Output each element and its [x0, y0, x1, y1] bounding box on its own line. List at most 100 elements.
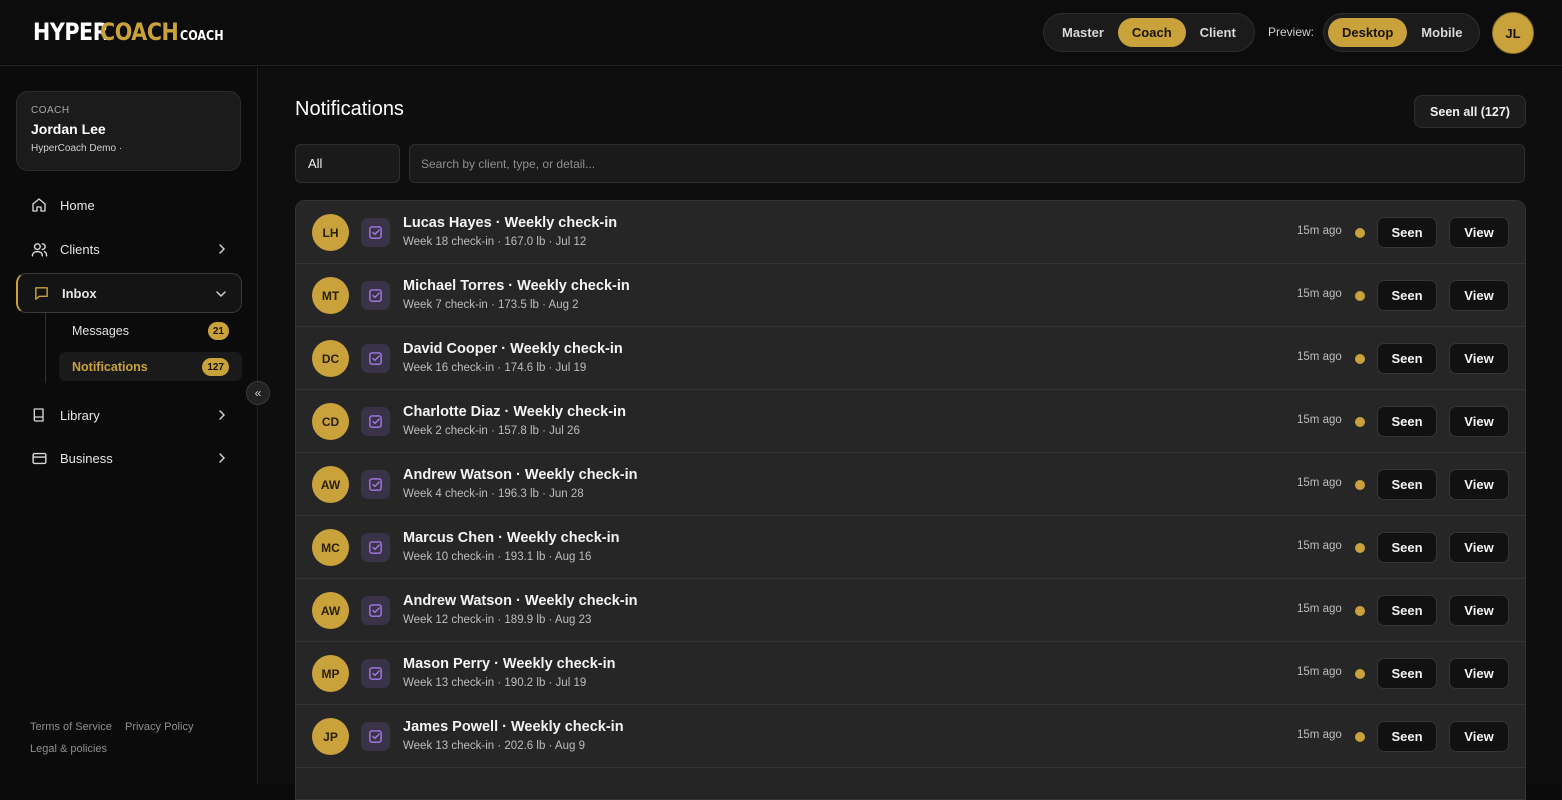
client-avatar: AW — [312, 592, 349, 629]
notification-row[interactable]: DC David Cooper · Weekly check-in Week 1… — [296, 327, 1525, 390]
sidebar-subitem-notifications[interactable]: Notifications 127 — [59, 352, 242, 381]
checkin-icon — [361, 596, 390, 625]
terms-link[interactable]: Terms of Service — [30, 721, 112, 733]
unread-dot — [1355, 291, 1365, 301]
sidebar-item-business[interactable]: Business — [16, 439, 242, 477]
seen-button[interactable]: Seen — [1377, 469, 1437, 500]
sidebar-subitem-messages[interactable]: Messages 21 — [59, 316, 242, 345]
view-button[interactable]: View — [1449, 280, 1509, 311]
logo-suffix: COACH — [179, 29, 224, 44]
type-filter-select[interactable]: All — [295, 144, 400, 183]
notifications-list: LH Lucas Hayes · Weekly check-in Week 18… — [295, 200, 1526, 800]
notification-title: Michael Torres · Weekly check-in — [403, 278, 630, 294]
checkin-icon — [361, 407, 390, 436]
home-icon — [30, 196, 48, 214]
sidebar-item-label: Clients — [60, 241, 100, 257]
sidebar-item-clients[interactable]: Clients — [16, 230, 242, 268]
view-button[interactable]: View — [1449, 469, 1509, 500]
view-button[interactable]: View — [1449, 595, 1509, 626]
seen-button[interactable]: Seen — [1377, 406, 1437, 437]
client-avatar: MT — [312, 277, 349, 314]
notification-time: 15m ago — [1297, 414, 1342, 426]
chevron-down-icon — [216, 291, 226, 298]
unread-dot — [1355, 543, 1365, 553]
notification-row[interactable]: MT Michael Torres · Weekly check-in Week… — [296, 264, 1525, 327]
sidebar-item-inbox[interactable]: Inbox — [16, 273, 242, 313]
view-button[interactable]: View — [1449, 406, 1509, 437]
seen-all-button[interactable]: Seen all (127) — [1414, 95, 1526, 128]
notification-row[interactable]: CD Charlotte Diaz · Weekly check-in Week… — [296, 390, 1525, 453]
notification-title: James Powell · Weekly check-in — [403, 719, 624, 735]
brand-logo[interactable]: HYPER COACH COACH — [33, 18, 230, 46]
notification-time: 15m ago — [1297, 603, 1342, 615]
notification-detail: Week 18 check-in · 167.0 lb · Jul 12 — [403, 236, 587, 248]
view-button[interactable]: View — [1449, 532, 1509, 563]
notification-row[interactable]: AW Andrew Watson · Weekly check-in Week … — [296, 453, 1525, 516]
notification-detail: Week 2 check-in · 157.8 lb · Jul 26 — [403, 425, 580, 437]
privacy-link[interactable]: Privacy Policy — [125, 721, 193, 733]
role-coach[interactable]: Coach — [1117, 18, 1186, 47]
submenu-guide-line — [45, 313, 46, 383]
unread-dot — [1355, 354, 1365, 364]
client-avatar: MC — [312, 529, 349, 566]
logo-text-coach: COACH — [100, 18, 179, 46]
main-content: Notifications Seen all (127) All LH Luca… — [259, 67, 1562, 800]
client-avatar: LH — [312, 214, 349, 251]
unread-dot — [1355, 228, 1365, 238]
notification-detail: Week 10 check-in · 193.1 lb · Aug 16 — [403, 551, 592, 563]
role-master[interactable]: Master — [1048, 18, 1118, 47]
notification-row[interactable]: AW Andrew Watson · Weekly check-in Week … — [296, 579, 1525, 642]
seen-button[interactable]: Seen — [1377, 217, 1437, 248]
seen-button[interactable]: Seen — [1377, 595, 1437, 626]
checkin-icon — [361, 533, 390, 562]
notification-detail: Week 13 check-in · 190.2 lb · Jul 19 — [403, 677, 587, 689]
legal-link[interactable]: Legal & policies — [30, 743, 193, 755]
unread-dot — [1355, 417, 1365, 427]
device-desktop[interactable]: Desktop — [1328, 18, 1408, 47]
notification-row[interactable]: MP Mason Perry · Weekly check-in Week 13… — [296, 642, 1525, 705]
notification-row[interactable]: LH Lucas Hayes · Weekly check-in Week 18… — [296, 201, 1525, 264]
coach-card[interactable]: COACH Jordan Lee HyperCoach Demo · — [16, 91, 241, 171]
search-input[interactable] — [409, 144, 1525, 183]
notification-time: 15m ago — [1297, 288, 1342, 300]
view-button[interactable]: View — [1449, 658, 1509, 689]
seen-button[interactable]: Seen — [1377, 280, 1437, 311]
notification-title: Andrew Watson · Weekly check-in — [403, 467, 638, 483]
notification-row[interactable]: MC Marcus Chen · Weekly check-in Week 10… — [296, 516, 1525, 579]
seen-button[interactable]: Seen — [1377, 532, 1437, 563]
collapse-sidebar-button[interactable]: « — [246, 381, 270, 405]
card-icon — [30, 449, 48, 467]
notification-row[interactable]: JP James Powell · Weekly check-in Week 1… — [296, 705, 1525, 768]
notification-time: 15m ago — [1297, 351, 1342, 363]
top-bar: HYPER COACH COACH Master Coach Client Pr… — [0, 0, 1562, 66]
notification-title: Charlotte Diaz · Weekly check-in — [403, 404, 626, 420]
client-avatar: MP — [312, 655, 349, 692]
sidebar-item-library[interactable]: Library — [16, 396, 242, 434]
device-mobile[interactable]: Mobile — [1407, 18, 1476, 47]
view-button[interactable]: View — [1449, 343, 1509, 374]
sidebar-item-label: Library — [60, 407, 100, 423]
checkin-icon — [361, 281, 390, 310]
notification-time: 15m ago — [1297, 477, 1342, 489]
notification-detail: Week 16 check-in · 174.6 lb · Jul 19 — [403, 362, 587, 374]
seen-button[interactable]: Seen — [1377, 658, 1437, 689]
sidebar-item-home[interactable]: Home — [16, 186, 242, 224]
client-avatar: DC — [312, 340, 349, 377]
notification-detail: Week 12 check-in · 189.9 lb · Aug 23 — [403, 614, 592, 626]
sidebar-subitem-label: Notifications — [72, 359, 148, 374]
user-avatar[interactable]: JL — [1492, 12, 1534, 54]
view-button[interactable]: View — [1449, 217, 1509, 248]
view-button[interactable]: View — [1449, 721, 1509, 752]
client-avatar: CD — [312, 403, 349, 440]
book-icon — [30, 406, 48, 424]
notification-detail: Week 13 check-in · 202.6 lb · Aug 9 — [403, 740, 585, 752]
unread-dot — [1355, 669, 1365, 679]
coach-org: HyperCoach Demo · — [31, 143, 123, 154]
seen-button[interactable]: Seen — [1377, 343, 1437, 374]
sidebar-item-label: Inbox — [62, 285, 97, 301]
sidebar-item-label: Business — [60, 450, 113, 466]
coach-role: COACH — [31, 105, 70, 116]
client-avatar: AW — [312, 466, 349, 503]
seen-button[interactable]: Seen — [1377, 721, 1437, 752]
role-client[interactable]: Client — [1186, 18, 1250, 47]
